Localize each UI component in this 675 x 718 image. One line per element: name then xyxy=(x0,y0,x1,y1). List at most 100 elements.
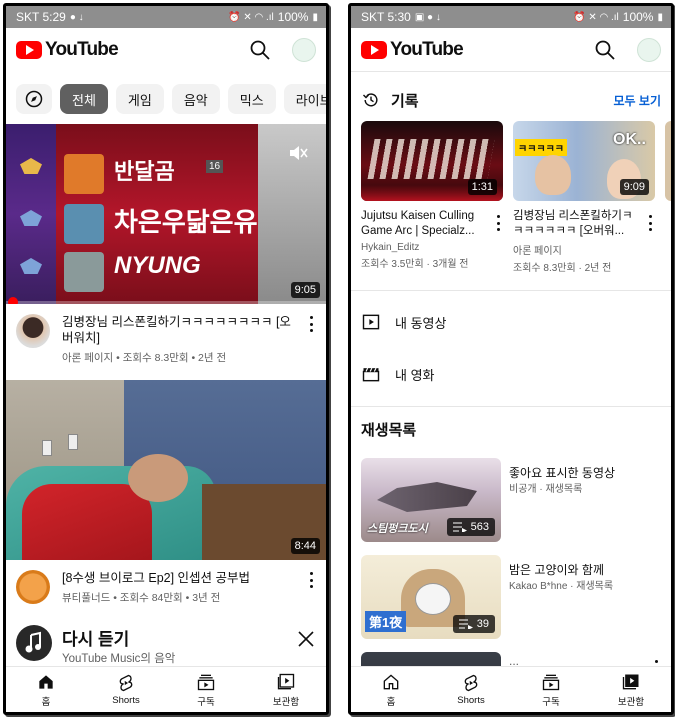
playlist-icon xyxy=(458,619,473,629)
hero-portrait xyxy=(64,252,104,292)
see-all-link[interactable]: 모두 보기 xyxy=(614,92,662,109)
phone-home-screen: SKT 5:29 ● ↓ ⏰ ✕ ◠ .ıl 100% ▮ YouTube 전체 게임… xyxy=(3,3,329,715)
nav-shorts[interactable]: Shorts xyxy=(86,667,166,712)
youtube-logo[interactable]: YouTube xyxy=(361,38,464,61)
channel-avatar[interactable] xyxy=(16,314,50,348)
wall-outlet xyxy=(68,434,78,450)
video-meta: 뷰티풀너드 • 조회수 84만회 • 3년 전 xyxy=(62,592,221,604)
subscriptions-icon xyxy=(197,674,215,690)
battery-icon: ▮ xyxy=(657,11,663,23)
more-options-icon[interactable] xyxy=(495,215,501,231)
nav-label: 보관함 xyxy=(617,696,645,708)
account-avatar[interactable] xyxy=(292,38,316,62)
account-avatar[interactable] xyxy=(637,38,661,62)
explore-chip[interactable] xyxy=(16,84,52,114)
status-bar: SKT 5:30 ▣ ● ↓ ⏰ ✕ ◠ .ıl 100% ▮ xyxy=(351,6,671,28)
nav-label: Shorts xyxy=(457,695,485,706)
more-options-icon[interactable] xyxy=(647,215,653,231)
youtube-play-icon xyxy=(361,40,387,59)
phone-library-screen: SKT 5:30 ▣ ● ↓ ⏰ ✕ ◠ .ıl 100% ▮ YouTube 기록 … xyxy=(348,3,674,715)
nav-library[interactable]: 보관함 xyxy=(591,667,671,712)
home-icon xyxy=(383,673,399,689)
red-jacket xyxy=(22,484,152,560)
nav-shorts[interactable]: Shorts xyxy=(431,667,511,712)
chip-mix[interactable]: 믹스 xyxy=(227,84,276,114)
video-info[interactable]: 김병장님 리스폰킬하기ㅋㅋㅋㅋㅋㅋㅋㅋ [오버워치] 아론 페이지 • 조회수 … xyxy=(6,304,326,372)
playlist-count-value: 39 xyxy=(476,618,489,630)
nav-label: Shorts xyxy=(112,695,140,706)
history-title-text: 김병장님 리스폰킬하기ㅋㅋㅋㅋㅋㅋㅋ [오버워... xyxy=(513,210,633,237)
thumb-text: 차은우닮은유 xyxy=(114,207,258,237)
video-duration: 9:05 xyxy=(290,282,320,298)
video-thumbnail[interactable]: 8:44 xyxy=(6,380,326,560)
playlist-count-value: 563 xyxy=(470,521,489,533)
playlists-title: 재생목록 xyxy=(361,421,417,439)
listen-again-title: 다시 듣기 xyxy=(62,630,130,649)
bottom-navigation: 홈 Shorts 구독 보관함 xyxy=(6,666,326,712)
my-videos-row[interactable]: 내 동영상 xyxy=(361,309,446,335)
chip-games[interactable]: 게임 xyxy=(115,84,164,114)
more-options-icon[interactable] xyxy=(308,316,314,332)
playlist-title: 밤은 고양이와 함께 xyxy=(509,563,604,577)
nav-subscriptions[interactable]: 구독 xyxy=(166,667,246,712)
chip-all[interactable]: 전체 xyxy=(60,84,108,114)
playlist-subtitle: 비공개 · 재생목록 xyxy=(509,484,583,495)
notification-icons: ▣ ● ↓ xyxy=(414,11,441,23)
history-item[interactable]: 1:31 Jujutsu Kaisen Culling Game Arc | S… xyxy=(361,121,503,270)
wall-outlet xyxy=(42,440,52,456)
mute-icon[interactable] xyxy=(288,144,308,162)
my-movies-label: 내 영화 xyxy=(395,367,435,383)
video-info[interactable]: [8수생 브이로그 Ep2] 인셉션 공부법 뷰티풀너드 • 조회수 84만회 … xyxy=(6,560,326,628)
notification-icons: ● ↓ xyxy=(69,11,84,23)
face-art xyxy=(535,155,571,195)
video-title: [8수생 브이로그 Ep2] 인셉션 공부법 xyxy=(62,571,251,585)
library-icon xyxy=(277,673,295,689)
nav-library[interactable]: 보관함 xyxy=(246,667,326,712)
playlist-thumbnail: 스팀펑크도시 563 xyxy=(361,458,501,542)
music-note-icon xyxy=(16,625,52,661)
play-box-icon xyxy=(362,314,380,330)
nav-subscriptions[interactable]: 구독 xyxy=(511,667,591,712)
nav-label: 구독 xyxy=(197,696,215,708)
channel-avatar[interactable] xyxy=(16,570,50,604)
nav-label: 구독 xyxy=(542,696,560,708)
my-movies-row[interactable]: 내 영화 xyxy=(361,361,435,387)
playlist-item[interactable]: 스팀펑크도시 563 좋아요 표시한 동영상 비공개 · 재생목록 xyxy=(361,458,671,542)
more-options-icon[interactable] xyxy=(308,572,314,588)
history-channel: Hykain_Editz xyxy=(361,242,420,253)
history-thumbnail: 1:31 xyxy=(361,121,503,201)
video-duration: 1:31 xyxy=(467,179,497,195)
close-icon[interactable] xyxy=(296,629,316,649)
cat-art xyxy=(415,583,451,615)
video-thumbnail[interactable]: 반달곰 16 차은우닮은유 NYUNG 9:05 xyxy=(6,124,326,304)
home-icon xyxy=(39,674,53,689)
app-title: YouTube xyxy=(390,38,464,60)
chip-live[interactable]: 라이브 xyxy=(283,84,326,114)
app-title: YouTube xyxy=(45,39,119,60)
history-header: 기록 모두 보기 xyxy=(361,88,661,112)
chip-music[interactable]: 음악 xyxy=(171,84,220,114)
history-channel: 아론 페이지 xyxy=(513,246,562,257)
history-title-text: Jujutsu Kaisen Culling Game Arc | Specia… xyxy=(361,210,475,237)
thumb-title-art xyxy=(367,139,495,179)
status-time: SKT 5:30 xyxy=(361,10,411,24)
my-videos-label: 내 동영상 xyxy=(395,315,447,331)
playlist-count: 563 xyxy=(446,518,495,536)
playlist-item[interactable]: 第1夜 39 밤은 고양이와 함께 Kakao B*hne · 재생목록 xyxy=(361,555,671,639)
youtube-logo[interactable]: YouTube xyxy=(16,39,119,61)
listen-again-shelf[interactable]: 다시 듣기 YouTube Music의 음악 xyxy=(6,619,326,671)
app-header: YouTube xyxy=(6,28,326,72)
shorts-icon xyxy=(119,674,133,692)
youtube-play-icon xyxy=(16,41,42,59)
video-duration: 9:09 xyxy=(619,179,649,195)
video-title: 김병장님 리스폰킬하기ㅋㅋㅋㅋㅋㅋㅋㅋ [오버워치] xyxy=(62,315,291,345)
progress-handle[interactable] xyxy=(8,297,18,304)
search-icon[interactable] xyxy=(593,38,617,62)
playlist-thumbnail: 第1夜 39 xyxy=(361,555,501,639)
nav-home[interactable]: 홈 xyxy=(6,667,86,712)
signal-icons: ⏰ ✕ ◠ .ıl xyxy=(573,11,619,23)
thumb-caption: OK.. xyxy=(613,131,646,148)
history-item[interactable]: ㅋㅋㅋㅋㅋ OK.. 9:09 김병장님 리스폰킬하기ㅋㅋㅋㅋㅋㅋㅋ [오버워.… xyxy=(513,121,655,274)
nav-home[interactable]: 홈 xyxy=(351,667,431,712)
search-icon[interactable] xyxy=(248,38,272,62)
